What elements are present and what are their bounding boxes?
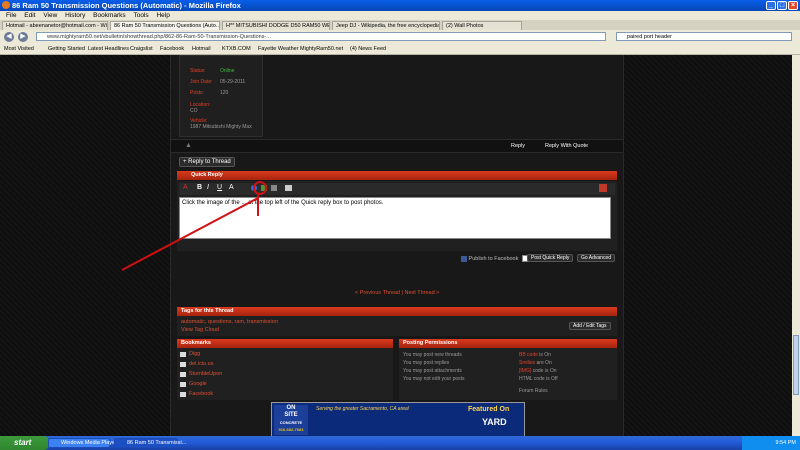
bookmark-fayette-weather[interactable]: Fayette Weather	[258, 46, 299, 52]
menu-help[interactable]: Help	[156, 12, 169, 19]
tab-strip: Hotmail - abeenanetor@hotmail.com - Wi..…	[0, 20, 800, 30]
back-icon[interactable]: ◀	[4, 32, 14, 42]
start-button[interactable]: start	[0, 436, 50, 450]
bookmark-most-visited[interactable]: Most Visited	[4, 46, 34, 52]
tab-wall-photos[interactable]: (2) Wall Photos	[442, 21, 522, 30]
system-tray: 9:54 PM	[742, 436, 800, 450]
maximize-button[interactable]: □	[777, 1, 787, 10]
bookmark-ktxb[interactable]: KTXB.COM	[222, 46, 251, 52]
url-bar[interactable]: www.mightyram50.net/vbulletin/showthread…	[36, 32, 606, 41]
bookmark-facebook[interactable]: Facebook	[160, 46, 184, 52]
tab-weber[interactable]: H** MITSUBISHI DODGE D50 RAM50 WEBER ...	[222, 21, 330, 30]
bookmark-getting-started[interactable]: Getting Started	[48, 46, 85, 52]
forward-icon[interactable]: ▶	[18, 32, 28, 42]
task-firefox[interactable]: 86 Ram 50 Transmissi...	[114, 438, 186, 448]
firefox-icon	[2, 1, 10, 9]
menu-tools[interactable]: Tools	[133, 12, 148, 19]
page-scrollbar[interactable]	[792, 55, 800, 436]
task-windows-media-player[interactable]: Windows Media Player	[48, 438, 117, 448]
bookmarks-toolbar: Most Visited Getting Started Latest Head…	[0, 44, 800, 55]
bookmark-mightyram50[interactable]: MightyRam50.net	[300, 46, 343, 52]
close-button[interactable]: ×	[788, 1, 798, 10]
tab-wikipedia[interactable]: Jeep DJ - Wikipedia, the free encycloped…	[332, 21, 440, 30]
annotation-overlay	[121, 181, 267, 271]
scrollbar-thumb[interactable]	[793, 335, 799, 395]
bookmark-craigslist[interactable]: Craigslist	[130, 46, 153, 52]
search-input[interactable]: paired port header	[616, 32, 792, 41]
window-title: 86 Ram 50 Transmission Questions (Automa…	[12, 1, 241, 10]
bookmark-news-feed[interactable]: (4) News Feed	[350, 46, 386, 52]
menu-view[interactable]: View	[43, 12, 57, 19]
annotation-arrow-line	[121, 197, 259, 271]
bookmark-latest-headlines[interactable]: Latest Headlines	[88, 46, 129, 52]
menu-bar: File Edit View History Bookmarks Tools H…	[0, 11, 800, 20]
menu-edit[interactable]: Edit	[24, 12, 35, 19]
clock: 9:54 PM	[775, 440, 796, 446]
annotation-circle	[253, 181, 267, 195]
window-titlebar: 86 Ram 50 Transmission Questions (Automa…	[0, 0, 800, 11]
menu-file[interactable]: File	[6, 12, 16, 19]
menu-bookmarks[interactable]: Bookmarks	[93, 12, 126, 19]
tab-hotmail[interactable]: Hotmail - abeenanetor@hotmail.com - Wi..…	[2, 21, 108, 30]
tab-ram50-thread[interactable]: 86 Ram 50 Transmission Questions (Auto..…	[110, 21, 220, 30]
page-viewport: Status: Online Join Date: 05-29-2011 Pos…	[0, 55, 792, 436]
bookmark-hotmail[interactable]: Hotmail	[192, 46, 211, 52]
minimize-button[interactable]: _	[766, 1, 776, 10]
menu-history[interactable]: History	[65, 12, 85, 19]
